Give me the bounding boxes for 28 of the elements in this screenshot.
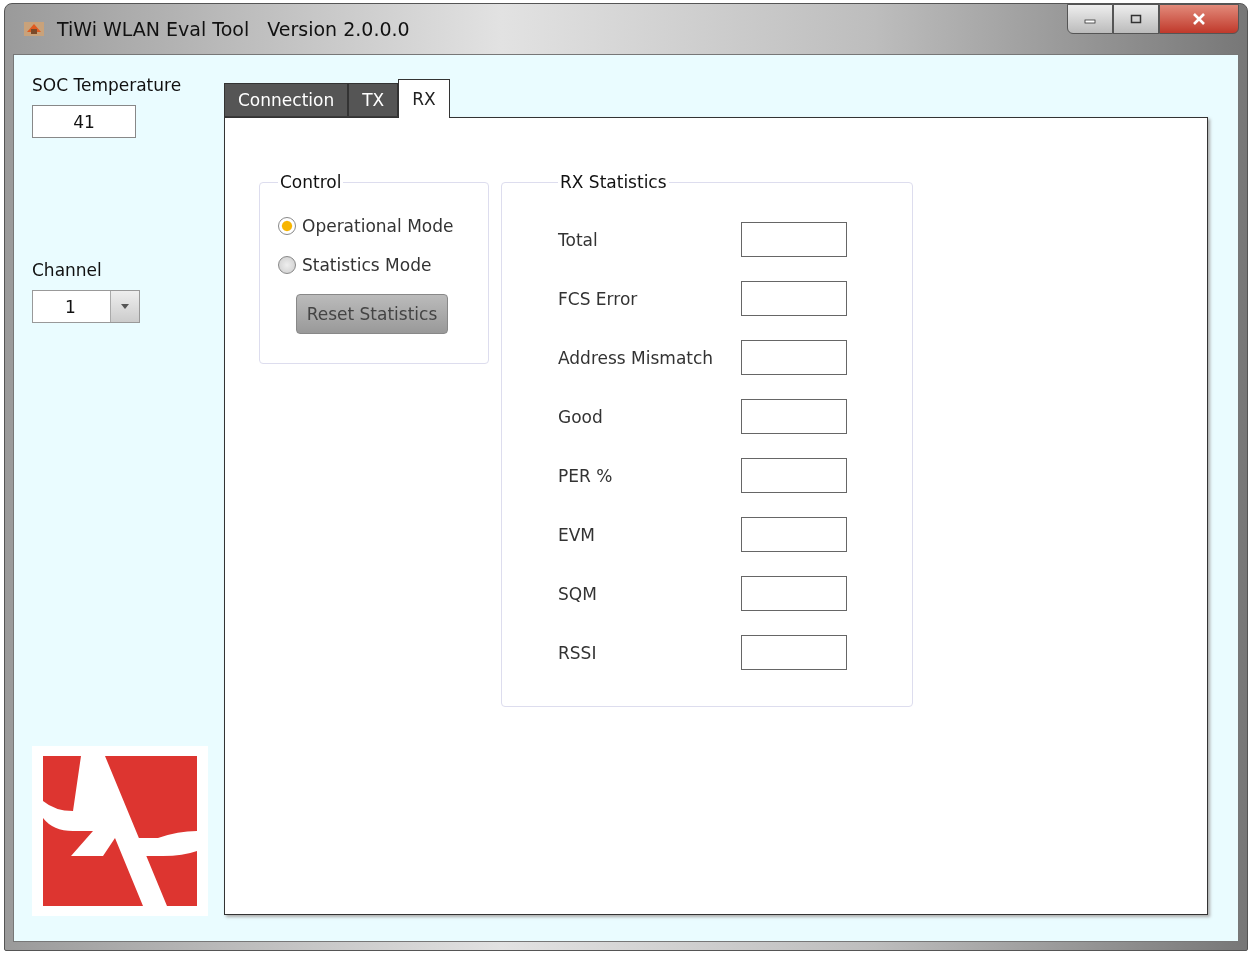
radio-option[interactable]: Statistics Mode: [278, 245, 432, 284]
tab[interactable]: Connection: [224, 83, 349, 117]
channel-label: Channel: [32, 260, 103, 280]
maximize-icon: [1130, 14, 1142, 24]
statistic-label: Address Mismatch: [558, 347, 715, 368]
tab[interactable]: TX: [348, 83, 399, 117]
radio-option[interactable]: Operational Mode: [278, 206, 454, 245]
group-title: Control: [279, 172, 343, 192]
window-title: TiWi WLAN Eval Tool Version 2.0.0.0: [57, 18, 410, 40]
statistic-label: Good: [558, 406, 604, 427]
caret-icon: [121, 304, 129, 309]
group-title: RX Statistics: [559, 172, 668, 192]
minimize-button[interactable]: [1067, 4, 1113, 34]
maximize-button[interactable]: [1113, 4, 1159, 34]
temperature-field: 41: [32, 105, 136, 138]
statistic-label: SQM: [558, 583, 598, 604]
logo-icon: [43, 756, 197, 906]
statistic-label: PER %: [558, 465, 614, 486]
close-button[interactable]: [1159, 4, 1239, 34]
close-icon: [1192, 13, 1206, 25]
statistic-label: Total: [558, 229, 599, 250]
temperature-label: SOC Temperature: [32, 75, 183, 95]
app-icon: [23, 20, 45, 38]
channel-dropdown[interactable]: 1: [32, 290, 140, 323]
statistic-label: FCS Error: [558, 288, 639, 309]
statistic-label: EVM: [558, 524, 597, 545]
tab[interactable]: RX: [398, 79, 450, 118]
statistic-label: RSSI: [558, 642, 598, 663]
